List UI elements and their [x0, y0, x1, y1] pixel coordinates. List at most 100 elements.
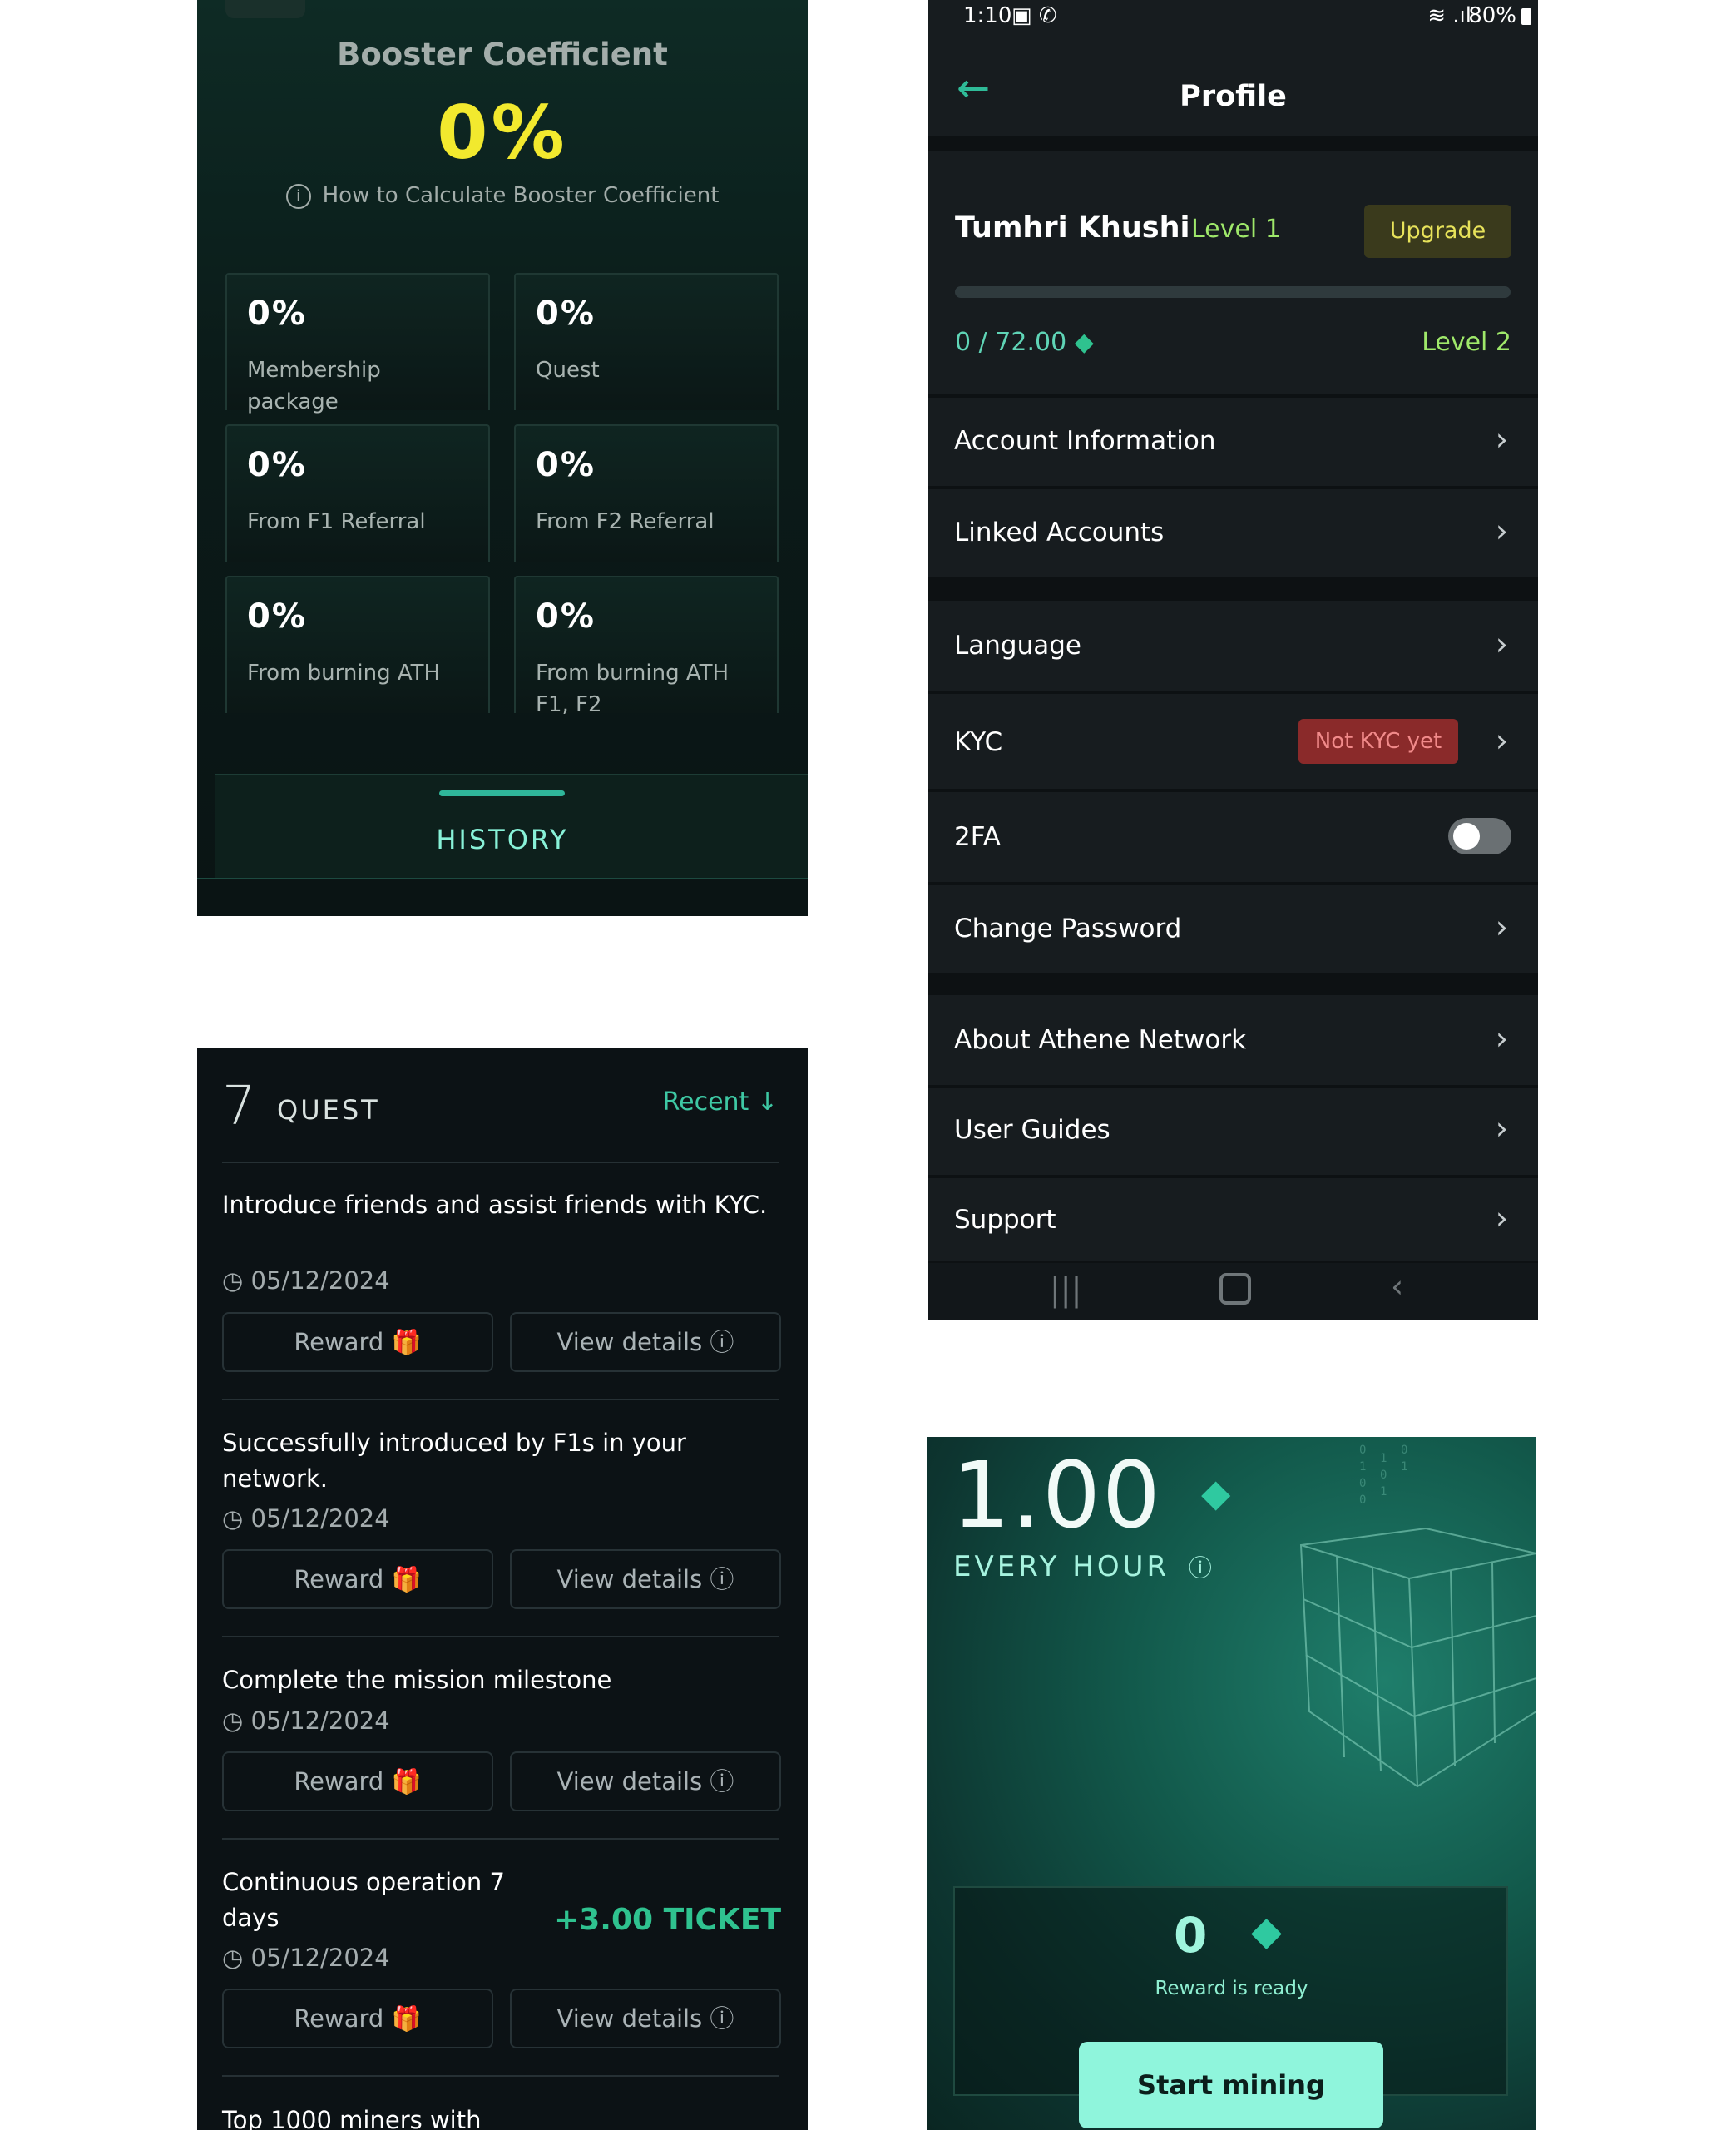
booster-card-burning-ath-f1f2: 0% From burning ATH F1, F2: [514, 576, 779, 717]
menu-language[interactable]: Language ›: [928, 601, 1538, 691]
info-icon: ⓘ: [710, 1565, 734, 1593]
divider: [222, 1399, 779, 1400]
booster-card-f2-referral: 0% From F2 Referral: [514, 424, 779, 562]
gift-icon: 🎁: [391, 1328, 422, 1356]
view-details-button[interactable]: View details ⓘ: [510, 1549, 781, 1609]
menu-label: About Athene Network: [954, 1025, 1247, 1055]
mining-rate-unit-row: EVERY HOUR ⓘ: [953, 1550, 1215, 1583]
reward-button[interactable]: Reward 🎁: [222, 1989, 493, 2048]
divider: [222, 2075, 779, 2077]
reward-button[interactable]: Reward 🎁: [222, 1751, 493, 1811]
chevron-right-icon: ›: [1495, 1020, 1508, 1057]
clock-icon: ◷: [222, 1266, 244, 1295]
menu-account-information[interactable]: Account Information ›: [928, 398, 1538, 486]
menu-label: 2FA: [954, 822, 1001, 852]
quest-bonus: +3.00 TICKET: [554, 1903, 781, 1937]
gem-icon: ◆: [1251, 1908, 1282, 1954]
quest-item-title: Successfully introduced by F1s in your n…: [222, 1429, 686, 1493]
menu-about[interactable]: About Athene Network ›: [928, 995, 1538, 1085]
svg-text:0: 0: [1401, 1444, 1407, 1457]
gift-icon: 🎁: [391, 2004, 422, 2033]
menu-linked-accounts[interactable]: Linked Accounts ›: [928, 489, 1538, 577]
card-value: 0%: [536, 446, 596, 484]
reward-label: Reward: [294, 1565, 384, 1593]
details-label: View details: [556, 1767, 703, 1796]
chevron-right-icon: ›: [1495, 909, 1508, 945]
details-label: View details: [556, 1328, 703, 1356]
card-value: 0%: [247, 446, 307, 484]
booster-value: 0%: [437, 90, 568, 176]
user-name: Tumhri Khushi: [955, 211, 1190, 245]
kyc-status-badge: Not KYC yet: [1298, 719, 1458, 764]
quest-item-date: ◷ 05/12/2024: [222, 1706, 390, 1735]
home-icon[interactable]: [1219, 1273, 1251, 1305]
howto-link[interactable]: i How to Calculate Booster Coefficient: [197, 183, 808, 209]
gem-icon: ◆: [1074, 328, 1094, 357]
reward-value: 0: [1174, 1907, 1208, 1964]
menu-support[interactable]: Support ›: [928, 1178, 1538, 1261]
menu-user-guides[interactable]: User Guides ›: [928, 1088, 1538, 1175]
svg-text:1: 1: [1380, 1452, 1387, 1465]
chevron-right-icon: ›: [1495, 626, 1508, 662]
quest-panel: 7 QUEST Recent ↓ Introduce friends and a…: [197, 1048, 808, 2130]
upgrade-button[interactable]: Upgrade: [1364, 205, 1511, 258]
recent-apps-icon[interactable]: |||: [1050, 1271, 1081, 1308]
quest-item-title: Continuous operation 7 days: [222, 1868, 505, 1932]
quest-item-title: Introduce friends and assist friends wit…: [222, 1191, 768, 1219]
sort-recent-button[interactable]: Recent ↓: [663, 1087, 778, 1117]
chevron-right-icon: ›: [1495, 1110, 1508, 1147]
view-details-button[interactable]: View details ⓘ: [510, 1751, 781, 1811]
back-icon[interactable]: ‹: [1391, 1268, 1403, 1305]
menu-label: Change Password: [954, 914, 1182, 944]
svg-text:1: 1: [1380, 1485, 1387, 1498]
quest-item-title: Complete the mission milestone: [222, 1666, 612, 1694]
quest-count: 7: [222, 1076, 256, 1137]
quest-title: QUEST: [277, 1094, 380, 1126]
chevron-right-icon: ›: [1495, 1200, 1508, 1236]
booster-card-f1-referral: 0% From F1 Referral: [225, 424, 490, 562]
divider: [222, 1162, 779, 1163]
chevron-right-icon: ›: [1495, 513, 1508, 549]
start-mining-button[interactable]: Start mining: [1079, 2042, 1383, 2128]
divider: [222, 1838, 779, 1840]
arrow-down-icon: ↓: [756, 1087, 778, 1117]
howto-label: How to Calculate Booster Coefficient: [322, 183, 720, 208]
card-value: 0%: [247, 597, 307, 636]
progress-text: 0 / 72.00 ◆: [955, 328, 1094, 357]
quest-item-title: Top 1000 miners with: [222, 2106, 482, 2130]
date-text: 05/12/2024: [250, 1944, 390, 1972]
reward-button[interactable]: Reward 🎁: [222, 1312, 493, 1372]
clock-icon: ◷: [222, 1706, 244, 1735]
mining-rate-unit: EVERY HOUR: [953, 1550, 1170, 1583]
mining-panel: 0 1 0 0 1 0 1 0 1 1.00 ◆ EVERY HOUR ⓘ 0 ◆ Rewa…: [927, 1437, 1536, 2130]
divider: [222, 1636, 779, 1637]
signal-icon: ≋ .ıl: [1427, 3, 1471, 28]
clock-icon: ◷: [222, 1504, 244, 1533]
menu-change-password[interactable]: Change Password ›: [928, 885, 1538, 973]
user-card: Tumhri Khushi Level 1 Upgrade 0 / 72.00 …: [928, 151, 1538, 394]
quest-item-date: ◷ 05/12/2024: [222, 1504, 390, 1533]
booster-card-burning-ath: 0% From burning ATH: [225, 576, 490, 713]
card-label: From burning ATH F1, F2: [536, 661, 730, 717]
page-title: Profile: [1180, 80, 1287, 113]
2fa-toggle[interactable]: [1448, 818, 1511, 854]
level-progress-bar: [955, 286, 1511, 298]
progress-value: 0 / 72.00: [955, 328, 1067, 357]
divider: [197, 878, 808, 879]
menu-2fa: 2FA: [928, 792, 1538, 882]
menu-kyc[interactable]: KYC Not KYC yet ›: [928, 694, 1538, 789]
top-handle: [225, 0, 305, 18]
next-level: Level 2: [1422, 328, 1511, 357]
history-tab[interactable]: HISTORY: [197, 824, 808, 855]
status-bar: 1:10 ▣ ✆ ≋ .ıl 80%: [928, 0, 1538, 37]
chevron-right-icon: ›: [1495, 421, 1508, 458]
view-details-button[interactable]: View details ⓘ: [510, 1312, 781, 1372]
reward-button[interactable]: Reward 🎁: [222, 1549, 493, 1609]
status-time: 1:10: [963, 3, 1012, 28]
sort-label: Recent: [662, 1087, 749, 1117]
card-value: 0%: [247, 295, 307, 333]
reward-label: Reward: [294, 1328, 384, 1356]
card-label: Membership package: [247, 358, 381, 414]
view-details-button[interactable]: View details ⓘ: [510, 1989, 781, 2048]
info-icon[interactable]: ⓘ: [1189, 1554, 1215, 1582]
